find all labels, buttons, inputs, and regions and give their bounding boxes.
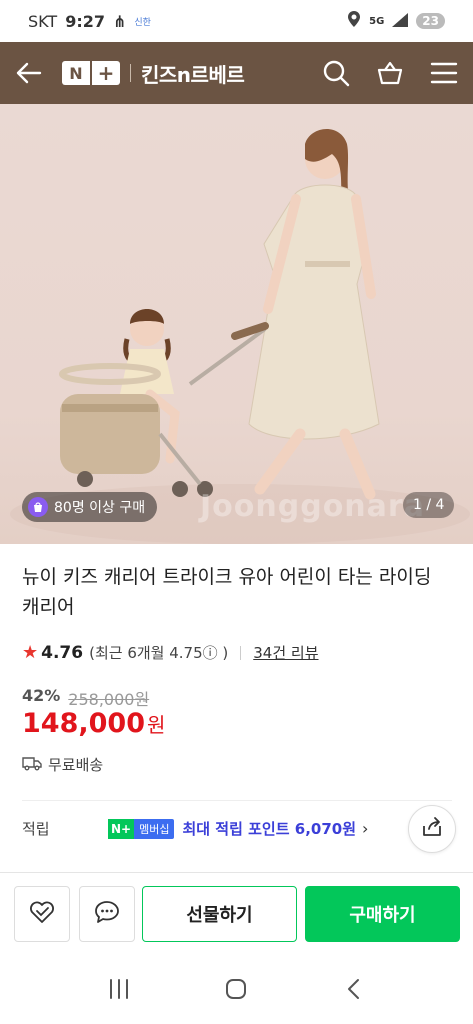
battery-badge: 23 [416, 13, 445, 29]
search-icon[interactable] [321, 58, 351, 88]
truck-icon [22, 755, 42, 775]
bag-icon [28, 497, 48, 517]
membership-badge-label: 멤버십 [134, 818, 175, 839]
basket-icon[interactable] [375, 58, 405, 88]
points-row[interactable]: 적립 N+ 멤버십 최대 적립 포인트 6,070원 › [22, 818, 402, 839]
status-bar: SKT 9:27 ⋔ 신한 5G 23 [0, 0, 473, 42]
bank-chip: 신한 [134, 17, 151, 28]
review-count-link[interactable]: 34건 리뷰 [253, 642, 318, 663]
rating-divider [240, 645, 242, 660]
price-original-row: 42% 258,000원 [22, 686, 149, 710]
clock: 9:27 [65, 11, 105, 31]
shipping-info: 무료배송 [22, 754, 103, 775]
heart-check-icon [28, 899, 56, 929]
membership-badge: N+ 멤버십 [108, 818, 175, 839]
membership-badge-nplus: N+ [108, 818, 135, 839]
talk-button[interactable] [79, 886, 135, 942]
home-icon[interactable] [216, 969, 256, 1009]
nplus-logo[interactable]: N + [62, 61, 120, 85]
buyers-text: 80명 이상 구매 [54, 500, 146, 516]
network-label: 5G [369, 15, 385, 27]
chevron-right-icon: › [362, 819, 369, 838]
currency-unit: 원 [146, 713, 166, 737]
sale-price: 148,000 원 [22, 708, 165, 739]
share-button[interactable] [408, 805, 456, 853]
chat-bubble-icon [93, 899, 121, 929]
wishlist-button[interactable] [14, 886, 70, 942]
rating-row: ★ 4.76 (최근 6개월 4.75ⓘ ) 34건 리뷰 [22, 642, 319, 663]
gift-button[interactable]: 선물하기 [142, 886, 297, 942]
star-icon: ★ [22, 642, 39, 663]
back-chevron-icon[interactable] [334, 969, 374, 1009]
product-title: 뉴이 키즈 캐리어 트라이크 유아 어린이 타는 라이딩 캐리어 [22, 566, 432, 618]
product-photo-illustration [10, 128, 470, 544]
signal-icon [392, 12, 409, 31]
product-image[interactable]: Joonggonara 80명 이상 구매 1 / 4 [0, 104, 473, 544]
buyers-badge: 80명 이상 구매 [22, 492, 158, 522]
location-icon [347, 11, 361, 31]
buy-button[interactable]: 구매하기 [305, 886, 460, 942]
original-price: 258,000원 [68, 690, 150, 709]
recent-apps-icon[interactable] [99, 969, 139, 1009]
carrier: SKT [28, 11, 58, 31]
rating-score: 4.76 [41, 642, 84, 663]
menu-icon[interactable] [429, 58, 459, 88]
watermark: Joonggonara [200, 489, 425, 524]
app-header: N + 킨즈n르베르 [0, 42, 473, 104]
points-text: 최대 적립 포인트 6,070원 [182, 820, 356, 838]
logo-n: N [62, 61, 90, 85]
image-pager: 1 / 4 [403, 492, 455, 518]
rating-recent[interactable]: (최근 6개월 4.75ⓘ ) [89, 642, 228, 663]
logo-plus: + [92, 61, 120, 85]
bottom-action-bar: 선물하기 구매하기 [0, 872, 473, 954]
back-arrow-icon[interactable] [14, 58, 44, 88]
store-name[interactable]: 킨즈n르베르 [141, 59, 245, 88]
discount-rate: 42% [22, 686, 61, 705]
share-icon [421, 816, 443, 842]
section-divider [22, 800, 452, 801]
system-nav-bar [0, 954, 473, 1024]
sale-price-value: 148,000 [22, 708, 145, 739]
header-divider [130, 64, 131, 82]
points-label: 적립 [22, 820, 50, 838]
notification-icon: ⋔ [112, 11, 127, 31]
shipping-text: 무료배송 [48, 756, 104, 774]
